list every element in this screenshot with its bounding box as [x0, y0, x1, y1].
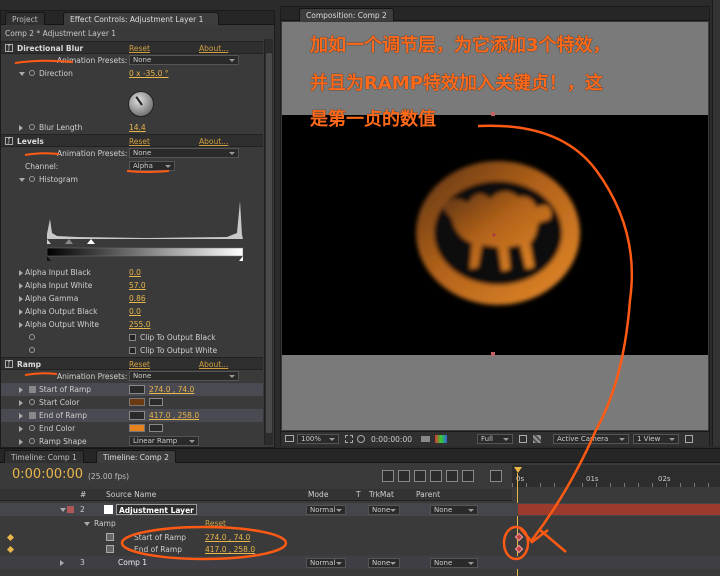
camera-icon[interactable] [421, 436, 430, 442]
roi-icon[interactable] [519, 435, 527, 443]
comp-canvas[interactable] [282, 115, 708, 355]
grid-icon[interactable] [345, 435, 353, 443]
layer-handle[interactable] [491, 112, 495, 116]
effect-controls-panel: Project Effect Controls: Adjustment Laye… [0, 10, 275, 459]
annotation-line-2: 并且为RAMP特效加入关键贞！，这 [310, 73, 603, 94]
annotation-line-1: 加如一个调节层，为它添加3个特效， [310, 35, 611, 56]
monitor-icon[interactable] [285, 435, 294, 442]
right-edge-panel [712, 0, 720, 446]
mask-icon[interactable] [357, 435, 365, 443]
zoom-dropdown[interactable]: 100% [297, 434, 339, 444]
timeline-panel: Timeline: Comp 1 Timeline: Comp 2 0:00:0… [0, 448, 720, 576]
tab-composition[interactable]: Composition: Comp 2 [299, 8, 394, 21]
camera-dropdown[interactable]: Active Camera [553, 434, 629, 444]
comp-footer: 100% 0:00:00:00 Full Active Camera 1 Vie… [281, 431, 709, 446]
views-dropdown[interactable]: 1 View [633, 434, 679, 444]
channel-icon[interactable] [435, 435, 447, 443]
annotation-line-3: 是第一贞的数值 [310, 109, 436, 130]
underline-annotations [14, 59, 170, 376]
resolution-dropdown[interactable]: Full [477, 434, 513, 444]
composition-panel: Composition: Comp 2 加如一个调节层，为它添加3个特效， 并且… [280, 6, 710, 446]
transparency-grid-icon[interactable] [533, 435, 541, 443]
timecode-display[interactable]: 0:00:00:00 [371, 435, 412, 444]
viewer-area[interactable]: 加如一个调节层，为它添加3个特效， 并且为RAMP特效加入关键贞！，这 是第一贞… [282, 22, 708, 430]
toggle-icon[interactable] [685, 435, 693, 443]
timeline-annotations [120, 525, 530, 561]
layer-handle[interactable] [491, 352, 495, 356]
camel-logo-image [416, 161, 580, 305]
